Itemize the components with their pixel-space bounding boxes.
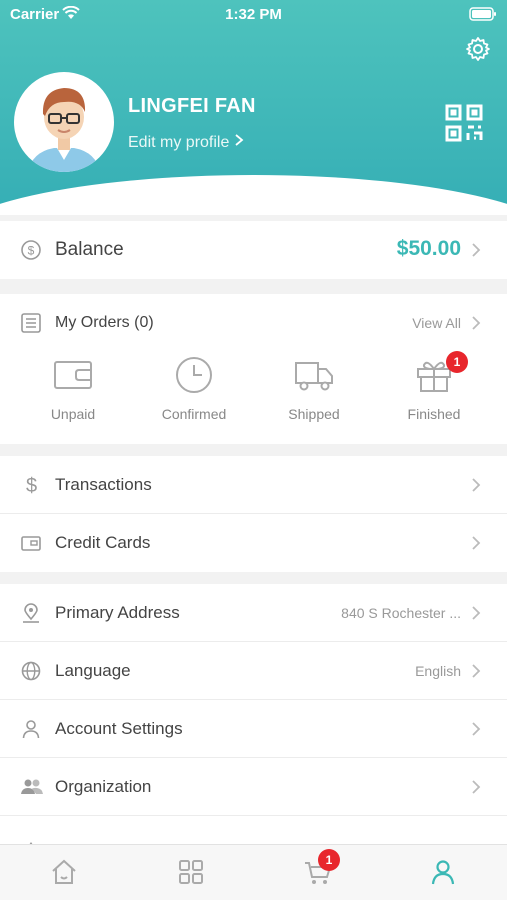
settings-gear-icon[interactable] xyxy=(465,36,491,67)
language-row[interactable]: Language English xyxy=(0,642,507,700)
chevron-right-icon xyxy=(471,721,481,742)
order-status-finished[interactable]: Finished 1 xyxy=(384,351,484,422)
user-icon xyxy=(20,718,42,740)
list-icon xyxy=(20,312,42,334)
language-label: Language xyxy=(55,661,131,680)
avatar[interactable] xyxy=(14,72,114,172)
balance-row[interactable]: $ Balance $50.00 xyxy=(0,221,507,279)
profile-name: LINGFEI FAN xyxy=(128,95,256,117)
dollar-circle-icon: $ xyxy=(20,239,42,261)
order-status-label: Shipped xyxy=(288,406,340,422)
chevron-right-icon xyxy=(471,779,481,800)
primary-address-label: Primary Address xyxy=(55,603,180,622)
order-status-label: Unpaid xyxy=(50,406,96,422)
svg-text:$: $ xyxy=(26,475,37,495)
credit-cards-label: Credit Cards xyxy=(55,533,151,552)
profile-tab-icon[interactable] xyxy=(428,857,458,887)
balance-label: Balance xyxy=(55,239,124,260)
primary-address-value: 840 S Rochester ... xyxy=(341,605,461,621)
edit-profile-label: Edit my profile xyxy=(128,134,230,151)
chevron-right-icon xyxy=(471,605,481,626)
dollar-icon: $ xyxy=(20,473,42,497)
globe-icon xyxy=(20,660,42,682)
chevron-right-icon xyxy=(471,477,481,498)
orders-title: My Orders (0) xyxy=(55,314,154,331)
order-status-shipped[interactable]: Shipped xyxy=(264,357,364,422)
battery-icon xyxy=(469,7,497,25)
status-bar: Carrier 1:32 PM xyxy=(0,0,507,30)
clock-icon xyxy=(144,357,244,398)
order-status-confirmed[interactable]: Confirmed xyxy=(144,357,244,422)
account-settings-row[interactable]: Account Settings xyxy=(0,700,507,758)
card-icon xyxy=(20,532,42,554)
orders-header[interactable]: My Orders (0) View All xyxy=(0,294,507,352)
account-settings-label: Account Settings xyxy=(55,719,183,738)
next-menu-row-partial[interactable] xyxy=(0,816,507,844)
credit-cards-row[interactable]: Credit Cards xyxy=(0,514,507,572)
wallet-icon xyxy=(23,357,123,398)
order-status-unpaid[interactable]: Unpaid xyxy=(23,357,123,422)
tab-bar: 1 xyxy=(0,844,507,900)
home-icon[interactable] xyxy=(49,857,79,887)
language-value: English xyxy=(415,663,461,679)
group-icon xyxy=(20,776,43,798)
order-status-label: Confirmed xyxy=(161,406,227,422)
chevron-right-icon xyxy=(471,315,481,336)
gift-icon xyxy=(384,357,484,398)
qr-code-icon[interactable] xyxy=(445,104,483,147)
location-pin-icon xyxy=(20,602,42,624)
categories-grid-icon[interactable] xyxy=(176,857,206,887)
chevron-right-icon xyxy=(234,134,244,151)
transactions-row[interactable]: $ Transactions xyxy=(0,456,507,514)
order-status-label: Finished xyxy=(407,406,461,422)
partial-row-icon xyxy=(20,834,42,844)
finished-badge: 1 xyxy=(446,351,468,373)
chevron-right-icon xyxy=(471,242,481,263)
view-all-link[interactable]: View All xyxy=(412,315,461,331)
header-curve xyxy=(0,175,507,215)
transactions-label: Transactions xyxy=(55,475,152,494)
primary-address-row[interactable]: Primary Address 840 S Rochester ... xyxy=(0,584,507,642)
edit-profile-link[interactable]: Edit my profile xyxy=(128,133,244,152)
chevron-right-icon xyxy=(471,663,481,684)
svg-text:$: $ xyxy=(28,244,35,258)
organization-label: Organization xyxy=(55,777,152,796)
orders-section: My Orders (0) View All Unpaid Confirmed … xyxy=(0,294,507,444)
cart-badge: 1 xyxy=(318,849,340,871)
balance-amount: $50.00 xyxy=(396,237,461,260)
truck-icon xyxy=(264,357,364,398)
organization-row[interactable]: Organization xyxy=(0,758,507,816)
status-time: 1:32 PM xyxy=(225,6,282,23)
chevron-right-icon xyxy=(471,535,481,556)
